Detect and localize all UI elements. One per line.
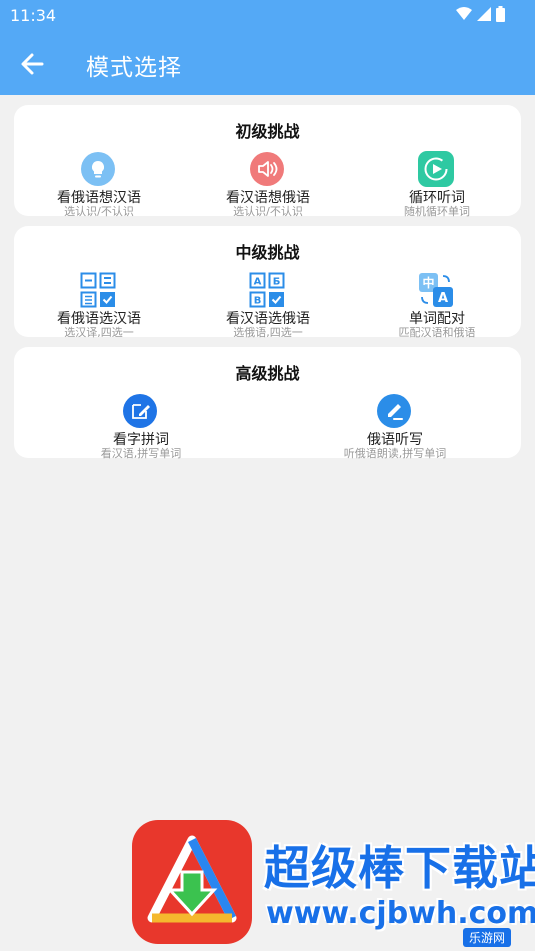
- mode-word-matching[interactable]: 中 A 单词配对 匹配汉语和俄语: [352, 268, 522, 339]
- battery-icon: [496, 6, 505, 22]
- mode-description: 看汉语,拼写单词: [100, 447, 182, 460]
- wifi-icon: [456, 7, 472, 20]
- status-time: 11:34: [10, 6, 57, 25]
- section-title: 中级挑战: [235, 243, 300, 262]
- mode-description: 选俄语,四选一: [233, 326, 303, 339]
- mode-dictation[interactable]: 俄语听写 听俄语朗读,拼写单词: [310, 389, 480, 460]
- app-bar: 模式选择: [0, 32, 535, 95]
- translate-icon: 中 A: [419, 273, 453, 307]
- page-title: 模式选择: [86, 55, 182, 81]
- status-icons: [456, 6, 505, 22]
- beginner-challenge-card: 初级挑战 看俄语想汉语 选认识/不认识 看汉语想俄语 选认识/不认识 循环听词 …: [14, 105, 522, 218]
- back-button[interactable]: [14, 46, 52, 82]
- svg-text:Б: Б: [273, 277, 281, 288]
- svg-text:中: 中: [422, 275, 434, 290]
- mode-description: 选认识/不认识: [64, 205, 134, 218]
- mode-description: 选认识/不认识: [233, 205, 303, 218]
- intermediate-challenge-card: 中级挑战 看俄语选汉语 选汉译,四选一 A Б B 看汉语选俄语 选俄语,四选一: [14, 226, 522, 339]
- watermark-logo: [132, 820, 252, 944]
- choice-grid-icon: [80, 272, 116, 308]
- section-title: 高级挑战: [235, 364, 300, 383]
- svg-text:B: B: [254, 296, 262, 307]
- pen-write-icon: [377, 394, 411, 428]
- mode-description: 选汉译,四选一: [64, 326, 134, 339]
- play-cycle-icon: [418, 151, 454, 187]
- mode-description: 听俄语朗读,拼写单词: [343, 447, 447, 460]
- mode-ru-choose-cn[interactable]: 看俄语选汉语 选汉译,四选一: [14, 268, 184, 339]
- mode-spell-word[interactable]: 看字拼词 看汉语,拼写单词: [56, 389, 226, 460]
- arrow-left-icon: [21, 53, 44, 75]
- mode-cn-to-ru-recall[interactable]: 看汉语想俄语 选认识/不认识: [183, 147, 353, 218]
- svg-text:A: A: [438, 291, 448, 306]
- watermark-text: 超级棒下载站: [264, 841, 535, 895]
- mode-ru-to-cn-recall[interactable]: 看俄语想汉语 选认识/不认识: [14, 147, 184, 218]
- svg-text:A: A: [254, 277, 262, 288]
- section-title: 初级挑战: [235, 122, 300, 141]
- speaker-icon: [250, 152, 284, 186]
- letter-grid-icon: A Б B: [249, 272, 285, 308]
- mode-description: 匹配汉语和俄语: [398, 326, 476, 339]
- mode-cn-choose-ru[interactable]: A Б B 看汉语选俄语 选俄语,四选一: [183, 268, 353, 339]
- status-bar: 11:34: [0, 0, 535, 32]
- mode-description: 随机循环单词: [404, 205, 470, 218]
- lightbulb-icon: [81, 152, 115, 186]
- watermark-badge: 乐游网: [463, 928, 512, 947]
- edit-icon: [123, 394, 157, 428]
- signal-icon: [477, 7, 491, 21]
- advanced-challenge-card: 高级挑战 看字拼词 看汉语,拼写单词 俄语听写 听俄语朗读,拼写单词: [14, 347, 521, 460]
- mode-loop-listening[interactable]: 循环听词 随机循环单词: [352, 147, 522, 218]
- watermark-url: www.cjbwh.com: [266, 896, 535, 931]
